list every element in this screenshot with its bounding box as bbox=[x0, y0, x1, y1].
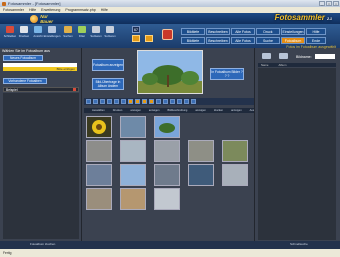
pencil-icon[interactable] bbox=[279, 53, 288, 59]
status-bar: Fertig bbox=[0, 249, 340, 257]
maximize-button[interactable]: □ bbox=[326, 1, 332, 6]
tab-beschreiben[interactable]: Beschreiben bbox=[206, 28, 230, 35]
show-album-button[interactable]: Fotoalbum anzeigen bbox=[92, 59, 124, 71]
selected-photos-list[interactable] bbox=[258, 68, 336, 240]
tab2-beschreiben[interactable]: Beschreiben bbox=[206, 37, 230, 44]
thumbnail[interactable] bbox=[154, 140, 180, 162]
tab2-suche[interactable]: Suche bbox=[256, 37, 280, 44]
minimize-button[interactable]: _ bbox=[319, 1, 325, 6]
app-title: Fotosammler 2.1 bbox=[274, 13, 332, 22]
tool-icon[interactable] bbox=[177, 99, 182, 104]
thumbnail[interactable] bbox=[120, 140, 146, 162]
thumbnail[interactable] bbox=[154, 164, 180, 186]
tool-icon[interactable] bbox=[128, 99, 133, 104]
search-tool-button[interactable]: Suchen bbox=[62, 26, 74, 40]
thumbnail[interactable] bbox=[86, 140, 112, 162]
tool-icon[interactable] bbox=[121, 99, 126, 104]
close-button[interactable]: × bbox=[333, 1, 339, 6]
right-panel-title: Fotos im Fotoalbum ausgewählt bbox=[286, 45, 336, 49]
print-tool-button[interactable]: Drucken bbox=[18, 26, 30, 40]
delete-album-label[interactable]: Fotoalbum löschen bbox=[30, 242, 55, 246]
tool-icon[interactable] bbox=[156, 99, 161, 104]
thumbnail[interactable] bbox=[222, 164, 248, 186]
menu-item[interactable]: Programmsatz.php bbox=[65, 8, 95, 12]
tool-icon[interactable] bbox=[107, 99, 112, 104]
tab-row-bottom: Bildtiefe Beschreiben Alle Fotos Suche F… bbox=[181, 37, 326, 44]
new-album-button[interactable]: Neues Fotoalbum bbox=[3, 55, 43, 61]
quick-search-label[interactable]: Schnellsuche bbox=[290, 242, 308, 246]
image-name-input[interactable] bbox=[315, 54, 335, 59]
insert-label[interactable]: Bitte einfügen bbox=[3, 67, 77, 71]
menu-item[interactable]: Hilfe bbox=[101, 8, 108, 12]
existing-albums-button[interactable]: Vorhandene Fotoalben bbox=[3, 78, 47, 84]
sort2-tool-button[interactable]: Sortieren bbox=[104, 26, 116, 40]
photo-preview bbox=[137, 50, 203, 94]
thumbnail-column-header: Auswählen Drucken anzeigen anzeigen Bildbesc… bbox=[84, 108, 278, 113]
thumbnail[interactable] bbox=[120, 164, 146, 186]
app-icon bbox=[2, 1, 6, 6]
tab-bildtiefe[interactable]: Bildtiefe bbox=[181, 28, 205, 35]
tool-icon[interactable] bbox=[163, 99, 168, 104]
tab2-ende[interactable]: Ende bbox=[306, 37, 326, 44]
right-list-header: Name Album bbox=[258, 63, 336, 67]
view-tool-button[interactable]: Ansicht bbox=[32, 26, 44, 40]
thumbnail[interactable] bbox=[188, 140, 214, 162]
thumbnail[interactable] bbox=[188, 164, 214, 186]
tool-icon[interactable] bbox=[191, 99, 196, 104]
menu-item[interactable]: Fotosammler bbox=[3, 8, 24, 12]
tool-icon[interactable] bbox=[170, 99, 175, 104]
image-tools bbox=[84, 98, 254, 105]
thumbnail[interactable] bbox=[154, 116, 180, 138]
tool-icon[interactable] bbox=[149, 99, 154, 104]
photo-icon[interactable] bbox=[162, 29, 173, 40]
menu-item[interactable]: Erweiterung bbox=[41, 8, 60, 12]
logo-icon bbox=[30, 14, 39, 23]
delete-icon[interactable] bbox=[73, 88, 76, 91]
title-bar: Fotosammler - [Fotosammler] _ □ × bbox=[0, 0, 340, 7]
album-list[interactable] bbox=[3, 93, 79, 239]
close-tool-button[interactable]: Schließen bbox=[4, 26, 16, 40]
thumbnail[interactable] bbox=[154, 188, 180, 210]
tool-icon[interactable] bbox=[142, 99, 147, 104]
selected-album-item[interactable]: Beispiel bbox=[3, 87, 79, 92]
bottom-bar: Fotoalbum löschen Schnellsuche bbox=[0, 241, 340, 249]
tool-icon[interactable] bbox=[135, 99, 140, 104]
window-title: Fotosammler - [Fotosammler] bbox=[8, 1, 61, 6]
thumbnail[interactable] bbox=[222, 140, 248, 162]
left-panel-title: Wählen Sie im Fotoalbum aus bbox=[2, 49, 50, 53]
tool-icon[interactable] bbox=[93, 99, 98, 104]
tab-druck[interactable]: Druck bbox=[256, 28, 280, 35]
thumbnail[interactable] bbox=[86, 116, 112, 138]
thumbnail[interactable] bbox=[120, 188, 146, 210]
counter-display: 67 bbox=[132, 26, 140, 33]
tool-icon[interactable] bbox=[184, 99, 189, 104]
tool-icon[interactable] bbox=[86, 99, 91, 104]
sort-tool-button[interactable]: Sortieren bbox=[90, 26, 102, 40]
transfer-images-button[interactable]: Bild-Übertrage in Album ändern bbox=[92, 78, 124, 90]
image-name-label: Bildname: bbox=[296, 55, 312, 59]
nav-next-button[interactable] bbox=[145, 35, 153, 42]
nav-button[interactable] bbox=[132, 35, 140, 42]
tab-hilfe[interactable]: Hilfe bbox=[306, 28, 326, 35]
tab2-alle-fotos[interactable]: Alle Fotos bbox=[231, 37, 255, 44]
filter-tool-button[interactable]: Filter bbox=[76, 26, 88, 40]
menu-item[interactable]: Hilfe bbox=[29, 8, 36, 12]
thumbnail[interactable] bbox=[120, 116, 146, 138]
tool-icon[interactable] bbox=[100, 99, 105, 104]
tab-einstellungen[interactable]: Einstellungen bbox=[281, 28, 305, 35]
thumbnail[interactable] bbox=[86, 164, 112, 186]
settings-tool-button[interactable]: Einstellungen bbox=[44, 26, 60, 40]
tab-alle-fotos[interactable]: Alle Fotos bbox=[231, 28, 255, 35]
tab2-fotoalbum[interactable]: Fotoalbum bbox=[281, 37, 305, 44]
thumbnail-grid bbox=[84, 114, 254, 240]
thumbnail[interactable] bbox=[86, 188, 112, 210]
edit-icon[interactable] bbox=[262, 53, 271, 59]
tool-icon[interactable] bbox=[114, 99, 119, 104]
tab2-bildtiefe[interactable]: Bildtiefe bbox=[181, 37, 205, 44]
add-to-album-button[interactable]: In Fotoalbum Bilder ? ? ? bbox=[210, 68, 244, 80]
logo: Nur Bauer bbox=[30, 14, 60, 24]
tab-row-top: Bildtiefe Beschreiben Alle Fotos Druck E… bbox=[181, 28, 326, 35]
